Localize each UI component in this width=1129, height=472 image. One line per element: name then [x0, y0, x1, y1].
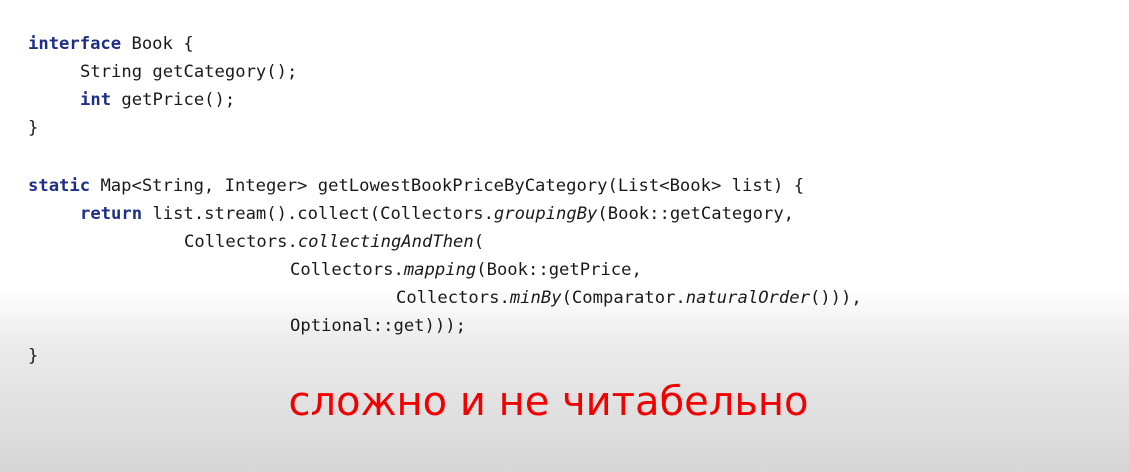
- code-line-12: }: [28, 342, 38, 370]
- code-line-3: int getPrice();: [28, 86, 235, 114]
- keyword: return: [80, 204, 143, 224]
- code-text: Collectors.: [184, 232, 298, 252]
- code-text: }: [28, 346, 39, 366]
- code-text: }: [28, 118, 39, 138]
- code-text: getPrice();: [111, 90, 236, 110]
- code-line-7: return list.stream().collect(Collectors.…: [28, 200, 794, 228]
- code-line-11: Optional::get)));: [28, 312, 466, 340]
- code-text: (Comparator.: [561, 288, 686, 308]
- keyword: interface: [28, 34, 122, 54]
- code-text: Map<String, Integer> getLowestBookPriceB…: [90, 176, 805, 196]
- code-text: (: [473, 232, 485, 252]
- code-line-6: static Map<String, Integer> getLowestBoo…: [28, 172, 804, 200]
- code-text: String getCategory();: [80, 62, 298, 82]
- code-text: (Book::getPrice,: [476, 260, 642, 280]
- code-line-4: }: [28, 114, 38, 142]
- code-italic: collectingAndThen: [297, 232, 474, 252]
- code-line-8: Collectors.collectingAndThen(: [28, 228, 484, 256]
- code-text: Collectors.: [290, 260, 404, 280]
- code-text: Collectors.: [396, 288, 510, 308]
- code-line-10: Collectors.minBy(Comparator.naturalOrder…: [28, 284, 862, 312]
- code-italic: minBy: [509, 288, 562, 308]
- code-text: Optional::get)));: [290, 316, 466, 336]
- code-italic: groupingBy: [493, 204, 598, 224]
- keyword: static: [28, 176, 91, 196]
- code-line-9: Collectors.mapping(Book::getPrice,: [28, 256, 642, 284]
- code-text: Book {: [121, 34, 194, 54]
- code-text: list.stream().collect(Collectors.: [142, 204, 494, 224]
- code-line-1: interface Book {: [28, 30, 194, 58]
- code-line-2: String getCategory();: [28, 58, 297, 86]
- caption-text: сложно и не читабельно: [288, 379, 809, 425]
- code-text: ())),: [809, 288, 862, 308]
- code-italic: naturalOrder: [685, 288, 810, 308]
- code-italic: mapping: [403, 260, 477, 280]
- keyword: int: [80, 90, 112, 110]
- code-text: (Book::getCategory,: [597, 204, 795, 224]
